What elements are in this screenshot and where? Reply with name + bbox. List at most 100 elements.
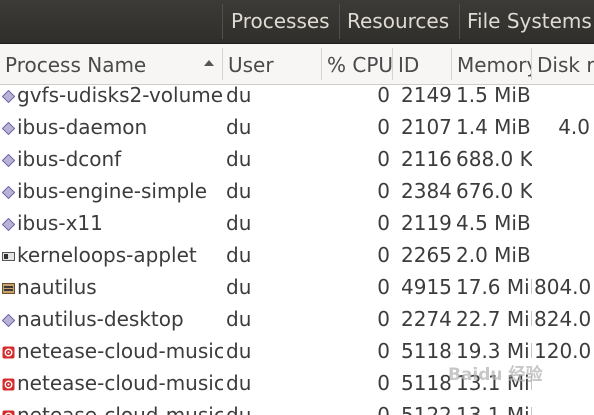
process-id: 51226 xyxy=(401,403,453,415)
process-row[interactable]: ibus-dconf du 0 2116688.0 KiB xyxy=(0,143,594,175)
process-user: du xyxy=(226,307,252,331)
process-cpu: 0 xyxy=(377,339,390,363)
process-memory: 1.5 MiB xyxy=(456,83,531,107)
process-memory: 688.0 KiB xyxy=(456,147,532,171)
process-id: 2119 xyxy=(401,211,452,235)
process-id: 2116 xyxy=(401,147,452,171)
file-manager-icon xyxy=(2,280,15,294)
process-disk-read xyxy=(534,80,594,111)
process-cpu: 0 xyxy=(377,275,390,299)
process-user: du xyxy=(226,243,252,267)
diamond-icon xyxy=(1,152,16,168)
process-id: 2265 xyxy=(401,243,452,267)
diamond-icon xyxy=(1,120,16,136)
process-user: du xyxy=(226,275,252,299)
tab-bar: Processes Resources File Systems xyxy=(0,0,594,44)
process-disk-read xyxy=(534,207,594,239)
process-name: ibus-dconf xyxy=(17,147,122,171)
process-row[interactable]: kerneloops-applet du 0 2265 2.0 MiB xyxy=(0,239,594,271)
process-memory: 1.4 MiB xyxy=(456,115,531,139)
process-row[interactable]: ibus-daemon du 0 2107 1.4 MiB 4.0 xyxy=(0,111,594,143)
process-id: 2149 xyxy=(401,83,452,107)
process-name: gvfs-udisks2-volume xyxy=(17,83,223,107)
column-disk-read[interactable]: Disk read xyxy=(532,44,594,84)
process-user: du xyxy=(226,403,252,415)
process-id: 51188 xyxy=(401,371,453,395)
tab-processes[interactable]: Processes xyxy=(231,0,331,43)
process-disk-read: 120.0 xyxy=(534,339,592,363)
process-name: kerneloops-applet xyxy=(17,243,197,267)
netease-music-icon xyxy=(2,376,15,391)
tab-resources[interactable]: Resources xyxy=(347,0,457,43)
watermark: Baidu 经验 xyxy=(448,365,543,385)
process-user: du xyxy=(226,179,252,203)
process-memory: 22.7 MiB xyxy=(456,307,532,331)
process-memory: 17.6 MiB xyxy=(456,275,532,299)
process-row[interactable]: ibus-engine-simple du 0 2384676.0 KiB xyxy=(0,175,594,207)
process-id: 51184 xyxy=(401,339,453,363)
netease-music-icon xyxy=(2,408,15,415)
process-cpu: 0 xyxy=(377,371,390,395)
column-id[interactable]: ID xyxy=(393,44,451,84)
process-disk-read xyxy=(534,367,594,399)
process-disk-read xyxy=(534,175,594,207)
column-label: ID xyxy=(398,53,420,77)
process-disk-read xyxy=(534,143,594,175)
process-user: du xyxy=(226,371,252,395)
process-id: 2107 xyxy=(401,115,452,139)
diamond-icon xyxy=(1,88,16,104)
column-label: Memory xyxy=(457,53,531,77)
process-name: ibus-daemon xyxy=(17,115,148,139)
tab-separator xyxy=(339,4,340,39)
process-memory: 676.0 KiB xyxy=(456,179,532,203)
process-memory: 4.5 MiB xyxy=(456,211,531,235)
diamond-icon xyxy=(1,312,16,328)
process-name: nautilus xyxy=(17,275,97,299)
process-memory: 2.0 MiB xyxy=(456,243,531,267)
tab-file-systems[interactable]: File Systems xyxy=(467,0,594,43)
process-cpu: 0 xyxy=(377,115,390,139)
column-label: User xyxy=(228,53,274,77)
column-process-name[interactable]: Process Name xyxy=(0,44,222,84)
process-row[interactable]: nautilus-desktop du 0 227422.7 MiB824.0 xyxy=(0,303,594,335)
process-cpu: 0 xyxy=(377,211,390,235)
column-label: Process Name xyxy=(5,53,147,77)
process-disk-read xyxy=(534,239,594,271)
process-memory: 13.1 MiB xyxy=(456,403,532,415)
process-disk-read xyxy=(534,399,594,415)
column-cpu[interactable]: % CPU xyxy=(322,44,392,84)
process-name: ibus-x11 xyxy=(17,211,103,235)
process-id: 49153 xyxy=(401,275,453,299)
process-name: netease-cloud-music xyxy=(17,403,223,415)
process-id: 2274 xyxy=(401,307,452,331)
process-cpu: 0 xyxy=(377,147,390,171)
column-header-bar: Process Name User % CPU ID Memory Disk r… xyxy=(0,44,594,85)
applet-icon xyxy=(2,248,15,261)
process-row[interactable]: ibus-x11 du 0 2119 4.5 MiB xyxy=(0,207,594,239)
process-disk-read: 824.0 xyxy=(534,307,592,331)
process-row[interactable]: gvfs-udisks2-volume du 0 2149 1.5 MiB xyxy=(0,80,594,111)
diamond-icon xyxy=(1,184,16,200)
process-cpu: 0 xyxy=(377,307,390,331)
process-row[interactable]: netease-cloud-musicdu 0 5122613.1 MiB xyxy=(0,399,594,415)
column-user[interactable]: User xyxy=(223,44,321,84)
process-row[interactable]: nautilus du 0 4915317.6 MiB804.0 xyxy=(0,271,594,303)
column-memory[interactable]: Memory xyxy=(452,44,531,84)
process-cpu: 0 xyxy=(377,243,390,267)
process-cpu: 0 xyxy=(377,83,390,107)
column-label: Disk read xyxy=(537,53,594,77)
process-user: du xyxy=(226,211,252,235)
process-user: du xyxy=(226,147,252,171)
process-cpu: 0 xyxy=(377,403,390,415)
tab-separator xyxy=(222,4,223,39)
netease-music-icon xyxy=(2,344,15,359)
column-label: % CPU xyxy=(327,53,392,77)
sort-ascending-icon xyxy=(204,60,214,66)
process-name: ibus-engine-simple xyxy=(17,179,208,203)
process-user: du xyxy=(226,115,252,139)
tab-separator xyxy=(459,4,460,39)
process-disk-read: 4.0 xyxy=(558,115,590,139)
process-id: 2384 xyxy=(401,179,452,203)
process-cpu: 0 xyxy=(377,179,390,203)
process-user: du xyxy=(226,83,252,107)
